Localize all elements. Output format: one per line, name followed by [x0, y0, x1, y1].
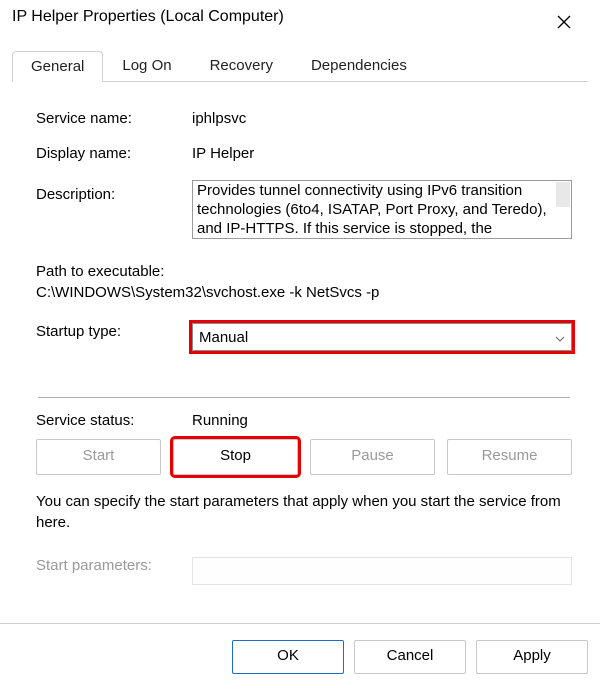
tab-content-general: Service name: iphlpsvc Display name: IP … [0, 82, 600, 585]
path-label: Path to executable: [36, 261, 572, 282]
description-text: Provides tunnel connectivity using IPv6 … [197, 182, 547, 237]
pause-button: Pause [310, 439, 435, 475]
dialog-footer: OK Cancel Apply [0, 623, 600, 690]
service-properties-dialog: IP Helper Properties (Local Computer) Ge… [0, 0, 600, 690]
service-name-label: Service name: [36, 110, 192, 127]
description-box[interactable]: Provides tunnel connectivity using IPv6 … [192, 180, 572, 239]
service-status-value: Running [192, 412, 572, 429]
startup-type-label: Startup type: [36, 323, 192, 340]
display-name-label: Display name: [36, 145, 192, 162]
description-label: Description: [36, 180, 192, 203]
path-value: C:\WINDOWS\System32\svchost.exe -k NetSv… [36, 282, 572, 303]
service-status-label: Service status: [36, 412, 192, 429]
close-button[interactable] [540, 8, 588, 36]
apply-button[interactable]: Apply [476, 640, 588, 674]
tabstrip: General Log On Recovery Dependencies [12, 50, 588, 82]
stop-button[interactable]: Stop [173, 439, 298, 475]
service-name-value: iphlpsvc [192, 110, 572, 127]
titlebar: IP Helper Properties (Local Computer) [0, 0, 600, 40]
tab-dependencies[interactable]: Dependencies [292, 50, 426, 81]
ok-button[interactable]: OK [232, 640, 344, 674]
start-button: Start [36, 439, 161, 475]
startup-type-value: Manual [199, 329, 248, 346]
startup-type-select[interactable]: Manual [192, 323, 572, 351]
tab-log-on[interactable]: Log On [103, 50, 190, 81]
tab-recovery[interactable]: Recovery [191, 50, 292, 81]
separator [38, 397, 570, 398]
description-scrollbar[interactable] [556, 182, 570, 207]
resume-button: Resume [447, 439, 572, 475]
cancel-button[interactable]: Cancel [354, 640, 466, 674]
start-params-label: Start parameters: [36, 557, 192, 574]
service-control-buttons: Start Stop Pause Resume [36, 439, 572, 475]
close-icon [557, 15, 571, 29]
start-params-help: You can specify the start parameters tha… [36, 491, 572, 533]
chevron-down-icon [555, 329, 565, 346]
start-params-input [192, 557, 572, 585]
display-name-value: IP Helper [192, 145, 572, 162]
window-title: IP Helper Properties (Local Computer) [12, 8, 284, 26]
tab-general[interactable]: General [12, 51, 103, 82]
